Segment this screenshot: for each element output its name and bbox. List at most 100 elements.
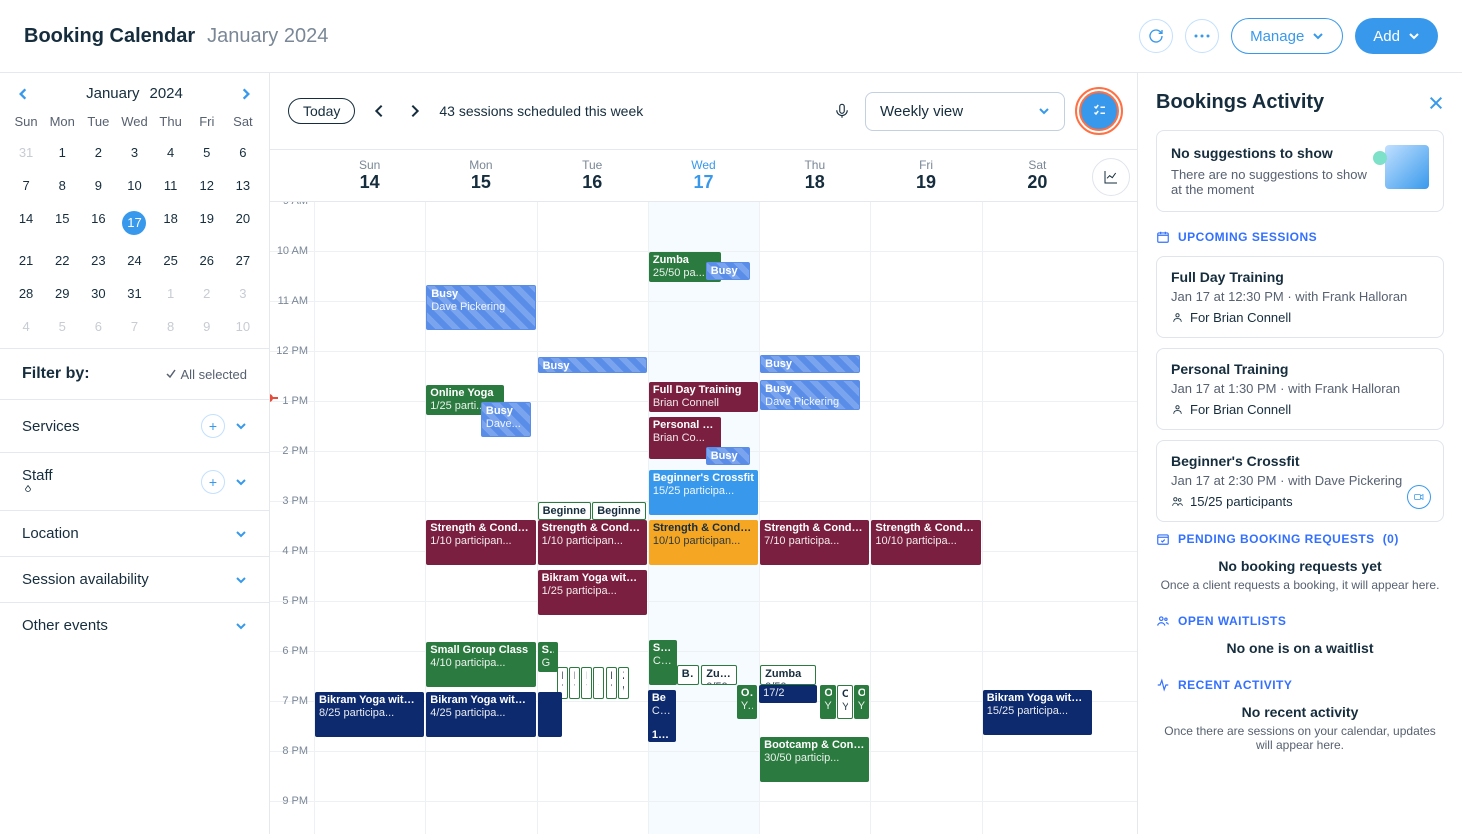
video-icon[interactable] [1407, 485, 1431, 509]
cell[interactable] [870, 452, 981, 501]
filters-all-selected[interactable]: All selected [165, 367, 247, 382]
cell[interactable] [648, 202, 759, 251]
minical-cell-muted[interactable]: 10 [225, 313, 261, 340]
calendar-event[interactable]: Full Day TrainingBrian Connell [649, 382, 758, 412]
cell[interactable] [870, 602, 981, 651]
cell[interactable] [870, 252, 981, 301]
calendar-event[interactable]: OnYo [820, 685, 836, 719]
refresh-button[interactable] [1139, 19, 1173, 53]
calendar-event[interactable]: Zumba0/50 [701, 665, 737, 685]
cell[interactable] [314, 802, 425, 834]
cell[interactable] [982, 202, 1093, 251]
calendar-event[interactable]: Strength & Conditioning1/10 participan..… [538, 520, 647, 565]
cell[interactable] [314, 252, 425, 301]
cell[interactable] [759, 202, 870, 251]
calendar-event[interactable]: 17/2 [759, 685, 817, 703]
cell[interactable] [314, 552, 425, 601]
minical-cell-muted[interactable]: 5 [44, 313, 80, 340]
minical-cell[interactable]: 24 [116, 247, 152, 274]
cell[interactable] [648, 752, 759, 801]
minical-cell[interactable]: 13 [225, 172, 261, 199]
minical-cell-muted[interactable]: 6 [80, 313, 116, 340]
minical-cell[interactable]: 18 [153, 205, 189, 241]
cell[interactable] [537, 302, 648, 351]
week-next[interactable] [403, 99, 427, 123]
cell[interactable] [982, 802, 1093, 834]
cell[interactable] [537, 252, 648, 301]
minical-cell[interactable]: 7 [8, 172, 44, 199]
minical-cell-muted[interactable]: 2 [189, 280, 225, 307]
cell[interactable] [982, 402, 1093, 451]
calendar-event[interactable]: Strength & Conditioning10/10 participan.… [649, 520, 758, 565]
minical-cell[interactable]: 31 [116, 280, 152, 307]
cell[interactable] [759, 602, 870, 651]
calendar-event[interactable]: BYo [606, 667, 617, 699]
minical-cell[interactable]: 17 [116, 205, 152, 241]
minical-cell[interactable]: 14 [8, 205, 44, 241]
calendar-event[interactable]: Small Group Class4/10 participa... [426, 642, 535, 687]
minical-cell[interactable]: 9 [80, 172, 116, 199]
cell[interactable] [982, 452, 1093, 501]
minical-cell[interactable]: 3 [116, 139, 152, 166]
cell[interactable] [982, 252, 1093, 301]
minical-cell[interactable]: 2 [80, 139, 116, 166]
calendar-event[interactable]: Strength & Conditioning7/10 participa... [760, 520, 869, 565]
minical-cell-muted[interactable]: 3 [225, 280, 261, 307]
calendar-event[interactable]: BYo [593, 667, 604, 699]
chart-button[interactable] [1092, 158, 1130, 196]
manage-button[interactable]: Manage [1231, 18, 1343, 54]
minical-cell[interactable]: 21 [8, 247, 44, 274]
cell[interactable] [870, 202, 981, 251]
minical-cell-muted[interactable]: 4 [8, 313, 44, 340]
minical-cell[interactable]: 26 [189, 247, 225, 274]
calendar-event[interactable]: Bikwith [677, 665, 699, 685]
calendar-event[interactable]: BYo [581, 667, 592, 699]
cell[interactable] [759, 802, 870, 834]
minical-cell[interactable]: 16 [80, 205, 116, 241]
day-header[interactable]: Wed17 [648, 150, 759, 201]
filter-row-staff[interactable]: Staff + [0, 452, 269, 510]
session-card[interactable]: Beginner's CrossfitJan 17 at 2:30 PM · w… [1156, 440, 1444, 522]
calendar-event[interactable]: OnYo [854, 685, 870, 719]
minical-cell[interactable]: 11 [153, 172, 189, 199]
cell[interactable] [537, 802, 648, 834]
cell[interactable] [537, 202, 648, 251]
cell[interactable] [425, 202, 536, 251]
cell[interactable] [537, 752, 648, 801]
calendar-event[interactable]: BusyDave Pickering [760, 380, 860, 410]
filter-row-location[interactable]: Location [0, 510, 269, 556]
minical-cell[interactable]: 1 [44, 139, 80, 166]
list-view-toggle[interactable] [1079, 91, 1119, 131]
minical-cell[interactable]: 15 [44, 205, 80, 241]
minical-cell[interactable]: 10 [116, 172, 152, 199]
minical-cell-muted[interactable]: 1 [153, 280, 189, 307]
minical-cell[interactable]: 4 [153, 139, 189, 166]
calendar-event[interactable]: Busy [706, 447, 751, 465]
cell[interactable] [537, 452, 648, 501]
calendar-event[interactable] [538, 692, 562, 737]
minical-cell[interactable]: 19 [189, 205, 225, 241]
cell[interactable] [314, 302, 425, 351]
add-filter-icon[interactable]: + [201, 470, 225, 494]
calendar-event[interactable]: OnYo [837, 685, 853, 719]
calendar-event[interactable]: Bikram Yoga with Sarah1/25 participa... [538, 570, 647, 615]
calendar-event[interactable]: Busy [706, 262, 751, 280]
cell[interactable] [870, 702, 981, 751]
add-button[interactable]: Add [1355, 18, 1438, 54]
calendar-event[interactable]: BYo [569, 667, 580, 699]
day-header[interactable]: Mon15 [425, 150, 536, 201]
day-header[interactable]: Tue16 [537, 150, 648, 201]
add-filter-icon[interactable]: + [201, 414, 225, 438]
minical-cell[interactable]: 8 [44, 172, 80, 199]
cell[interactable] [759, 302, 870, 351]
cell[interactable] [425, 452, 536, 501]
minical-cell[interactable]: 27 [225, 247, 261, 274]
minical-cell[interactable]: 20 [225, 205, 261, 241]
minical-cell[interactable]: 12 [189, 172, 225, 199]
cell[interactable] [314, 452, 425, 501]
minical-cell[interactable]: 6 [225, 139, 261, 166]
calendar-event[interactable]: BusyDave Pickering [426, 285, 535, 330]
week-prev[interactable] [367, 99, 391, 123]
day-header[interactable]: Sat20 [982, 150, 1093, 201]
calendar-event[interactable]: SmG [538, 642, 558, 672]
